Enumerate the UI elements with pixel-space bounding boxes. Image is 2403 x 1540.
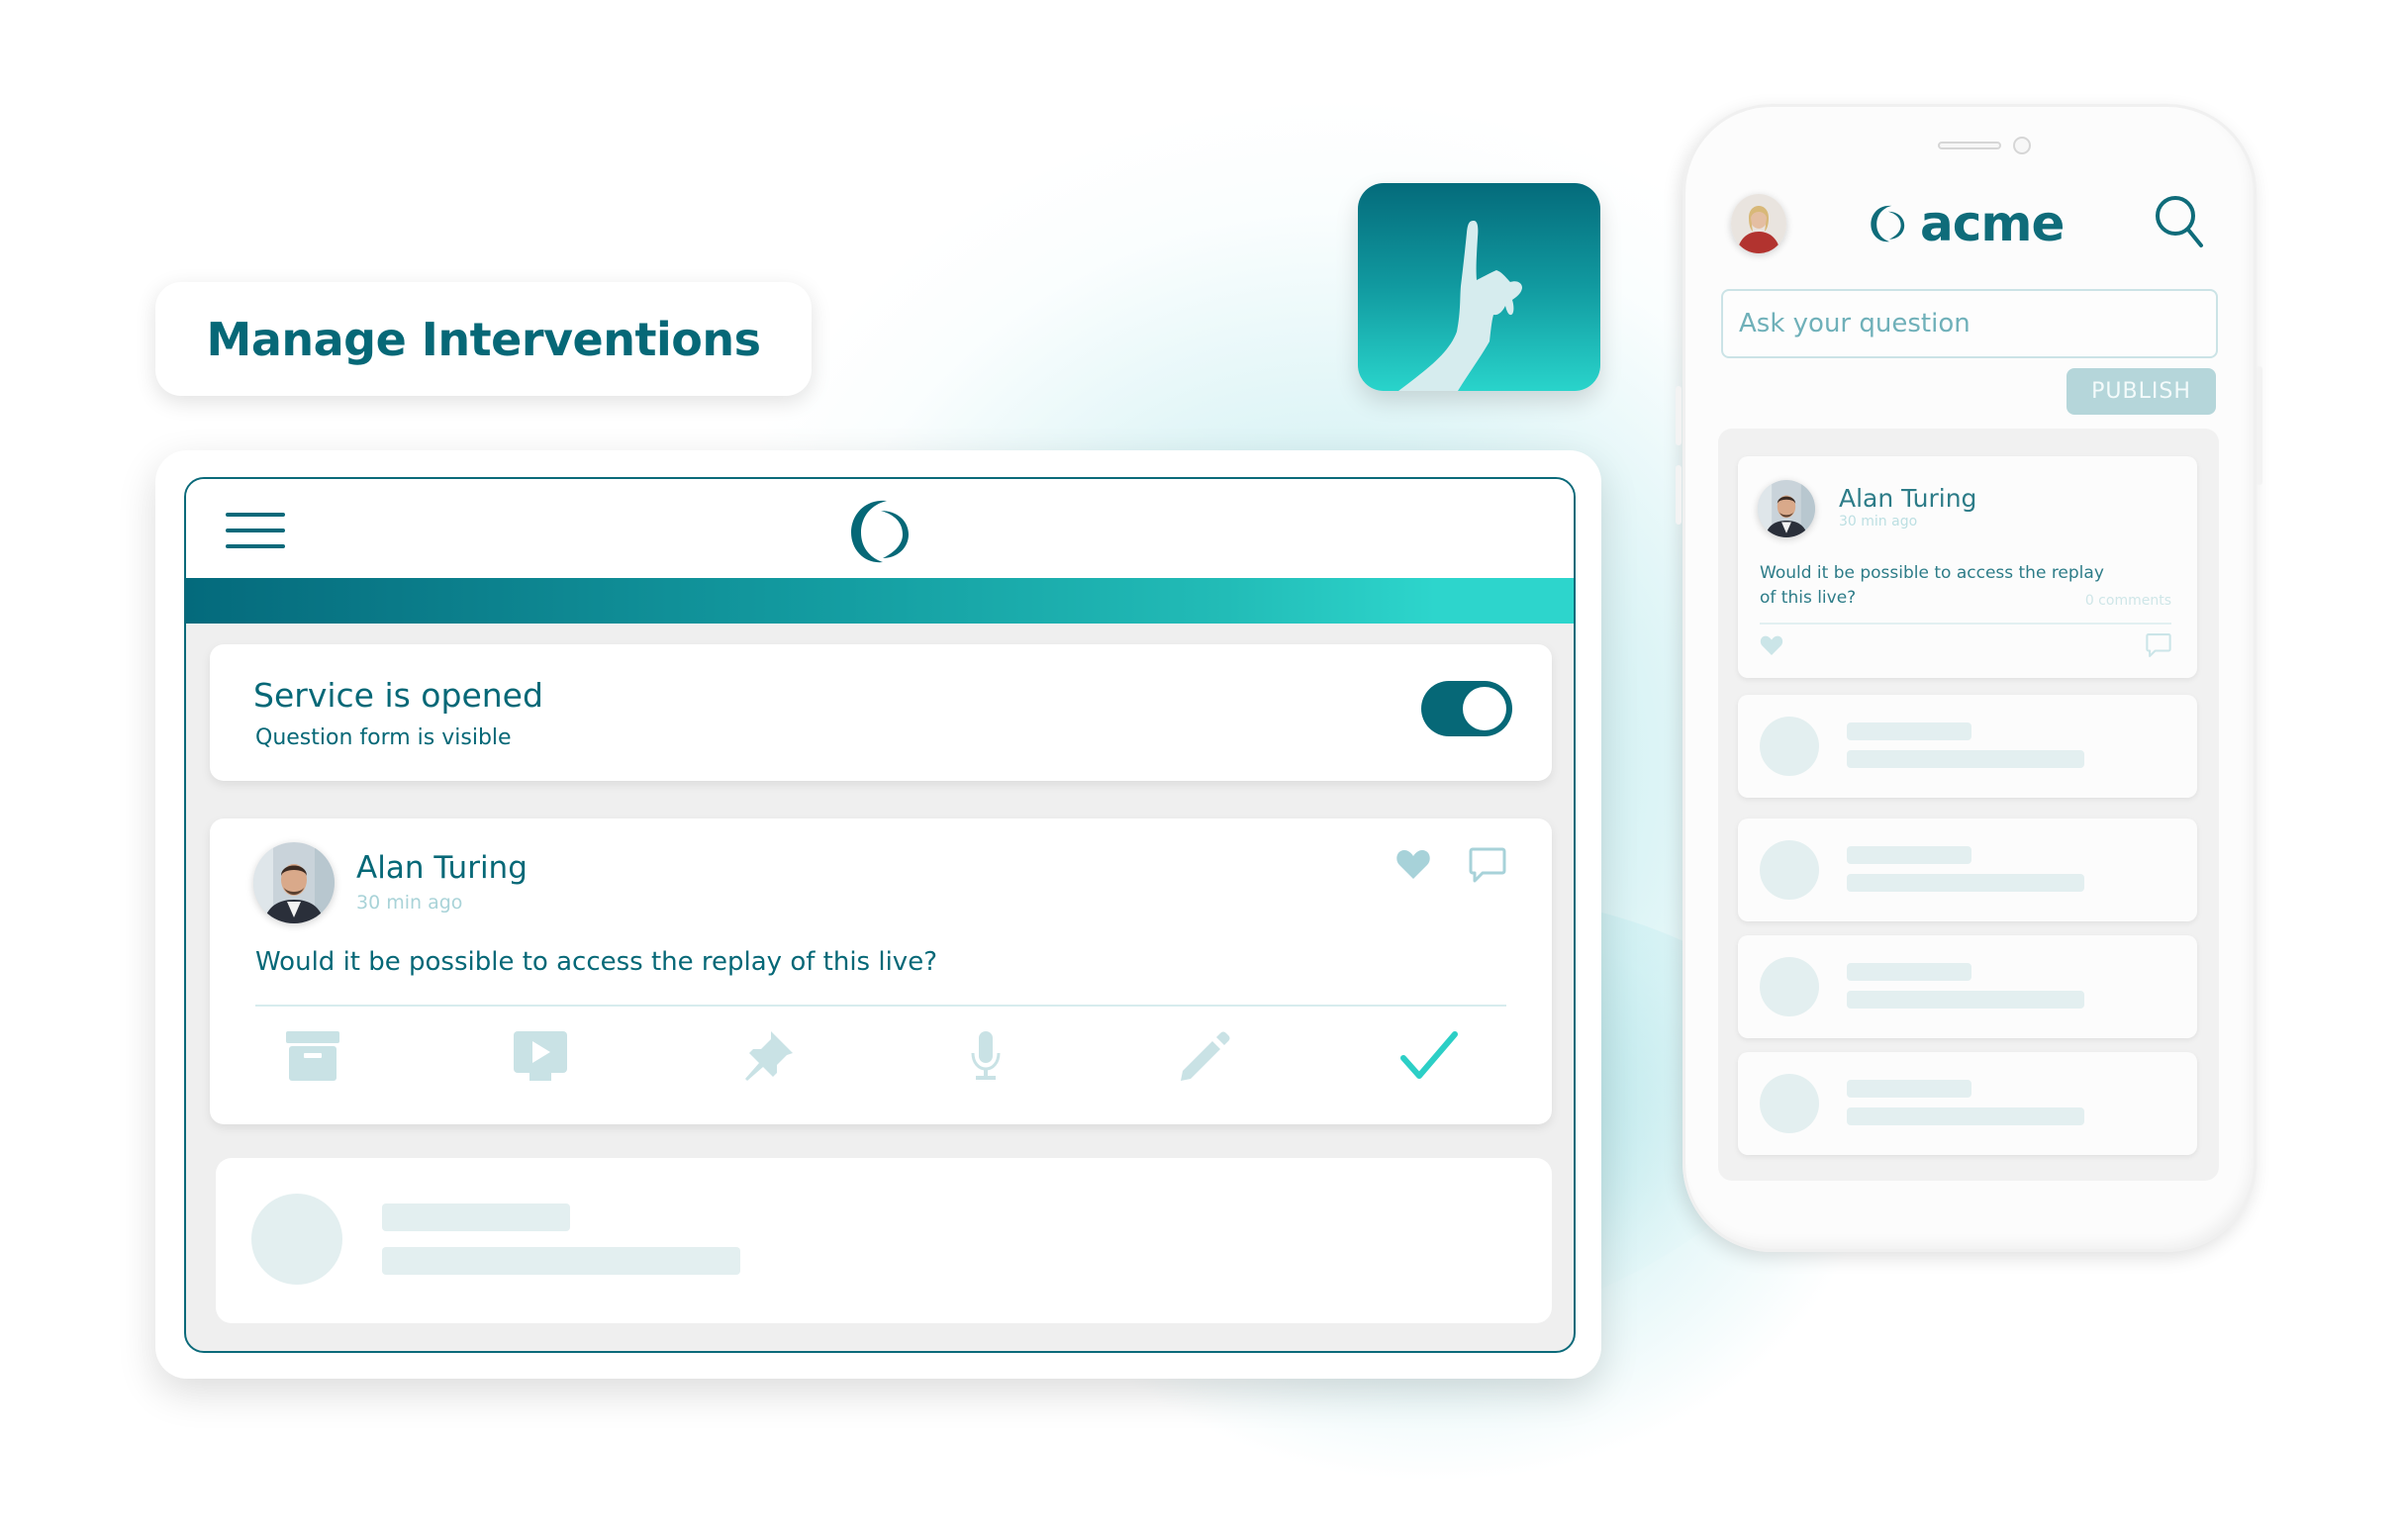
placeholder-line <box>1847 1107 2084 1125</box>
brand-name: acme <box>1920 195 2065 252</box>
archive-icon <box>286 1031 339 1081</box>
placeholder-question-card <box>1738 935 2197 1038</box>
app-header <box>186 479 1574 578</box>
hamburger-line <box>226 513 285 517</box>
placeholder-question-card <box>1738 1052 2197 1155</box>
brand-logo-icon <box>1871 205 1905 242</box>
placeholder-avatar <box>1760 717 1819 776</box>
comment-icon[interactable] <box>1469 846 1506 884</box>
placeholder-avatar <box>251 1194 342 1285</box>
question-author: Alan Turing <box>356 850 528 886</box>
placeholder-question-card <box>1738 818 2197 921</box>
publish-button[interactable]: PUBLISH <box>2067 368 2216 415</box>
phone-side-button <box>1676 465 1682 525</box>
question-card: Alan Turing 30 min ago Would it be possi… <box>210 818 1552 1124</box>
person-avatar-icon <box>253 842 335 923</box>
placeholder-line <box>1847 991 2084 1009</box>
question-time: 30 min ago <box>356 892 463 914</box>
question-author: Alan Turing <box>1839 484 1977 513</box>
raise-hand-card <box>1358 183 1600 391</box>
avatar <box>253 842 335 923</box>
microphone-icon <box>971 1031 1001 1080</box>
placeholder-question-card <box>216 1158 1552 1323</box>
search-icon[interactable] <box>2154 194 2205 249</box>
service-toggle[interactable] <box>1421 681 1512 736</box>
phone-speaker <box>1938 142 2001 149</box>
question-card: Alan Turing 30 min ago Would it be possi… <box>1738 456 2197 678</box>
archive-button[interactable] <box>283 1026 342 1086</box>
brand-logo: acme <box>1869 196 2067 251</box>
check-icon <box>1400 1031 1458 1079</box>
placeholder-line <box>1847 750 2084 768</box>
question-input[interactable] <box>1721 289 2218 358</box>
raised-hand-icon <box>1398 221 1522 391</box>
placeholder-line <box>1847 722 1971 740</box>
edit-button[interactable] <box>1174 1026 1233 1086</box>
comment-icon[interactable] <box>2146 632 2171 658</box>
page-title: Manage Interventions <box>206 312 761 366</box>
microphone-button[interactable] <box>956 1026 1015 1086</box>
placeholder-avatar <box>1760 1074 1819 1133</box>
pin-button[interactable] <box>738 1026 798 1086</box>
placeholder-line <box>382 1247 740 1275</box>
question-text: Would it be possible to access the repla… <box>255 947 937 977</box>
placeholder-line <box>1847 846 1971 864</box>
placeholder-avatar <box>1760 957 1819 1016</box>
admin-screen: Service is opened Question form is visib… <box>184 477 1576 1353</box>
header-gradient-bar <box>186 578 1574 624</box>
toggle-knob <box>1463 687 1506 730</box>
phone-power-button <box>2257 366 2262 485</box>
question-text: Would it be possible to access the repla… <box>1760 563 2104 608</box>
placeholder-line <box>1847 874 2084 892</box>
heart-icon[interactable] <box>1395 848 1431 880</box>
menu-button[interactable] <box>226 513 285 548</box>
service-status-subtitle: Question form is visible <box>255 725 512 750</box>
video-play-icon <box>514 1031 567 1081</box>
divider <box>255 1005 1506 1007</box>
placeholder-line <box>1847 963 1971 981</box>
person-avatar-icon <box>1758 480 1815 537</box>
pencil-icon <box>1181 1031 1230 1081</box>
person-avatar-icon <box>1731 194 1786 253</box>
service-status-title: Service is opened <box>253 676 543 715</box>
placeholder-avatar <box>1760 840 1819 900</box>
placeholder-line <box>382 1203 570 1231</box>
placeholder-question-card <box>1738 695 2197 798</box>
title-card: Manage Interventions <box>155 282 812 396</box>
hamburger-line <box>226 544 285 548</box>
play-video-button[interactable] <box>511 1026 570 1086</box>
user-avatar[interactable] <box>1731 194 1786 253</box>
avatar <box>1758 480 1815 537</box>
placeholder-line <box>1847 1080 1971 1098</box>
question-actions <box>255 1026 1506 1086</box>
question-time: 30 min ago <box>1839 514 1918 529</box>
validate-button[interactable] <box>1399 1026 1459 1086</box>
comments-count[interactable]: 0 comments <box>2085 593 2171 609</box>
divider <box>1760 623 2171 625</box>
phone-side-button <box>1676 386 1682 445</box>
service-status-card: Service is opened Question form is visib… <box>210 644 1552 781</box>
hamburger-line <box>226 529 285 532</box>
heart-icon[interactable] <box>1760 634 1783 656</box>
brand-logo-icon <box>851 500 909 563</box>
pin-icon <box>745 1031 793 1081</box>
phone-camera <box>2013 137 2031 154</box>
question-feed: Alan Turing 30 min ago Would it be possi… <box>1718 429 2219 1181</box>
